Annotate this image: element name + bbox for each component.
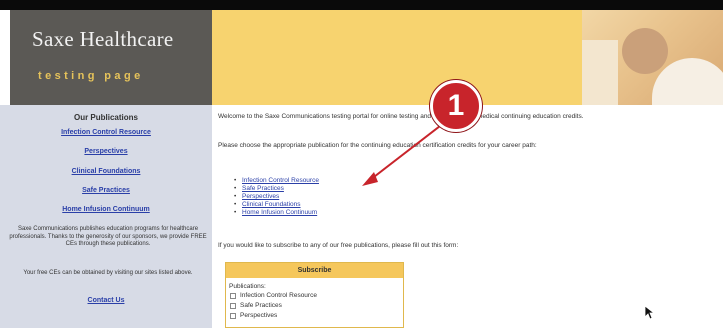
publication-link-clinical-foundations[interactable]: Clinical Foundations	[234, 201, 319, 209]
sidebar-heading: Our Publications	[73, 113, 138, 122]
main-content: Welcome to the Saxe Communications testi…	[212, 105, 723, 328]
sidebar-link-clinical-foundations[interactable]: Clinical Foundations	[0, 168, 212, 175]
sidebar: Our Publications Infection Control Resou…	[0, 105, 212, 328]
publication-list: Infection Control Resource Safe Practice…	[234, 177, 319, 217]
sidebar-blurb: Saxe Communications publishes education …	[9, 226, 207, 247]
brand-block: Saxe Healthcare testing page	[10, 10, 212, 105]
sidebar-link-home-infusion[interactable]: Home Infusion Continuum	[0, 206, 212, 213]
publication-link-perspectives[interactable]: Perspectives	[234, 193, 319, 201]
subscribe-option: Safe Practices	[230, 302, 282, 309]
subscribe-form: Subscribe Publications: Infection Contro…	[225, 262, 404, 328]
subscribe-option: Infection Control Resource	[230, 292, 317, 299]
publication-link-home-infusion[interactable]: Home Infusion Continuum	[234, 209, 319, 217]
step-number-badge: 1	[430, 80, 482, 132]
mouse-cursor-icon	[645, 306, 655, 320]
subscribe-prompt: If you would like to subscribe to any of…	[218, 242, 459, 249]
publication-link-infection-control[interactable]: Infection Control Resource	[234, 177, 319, 185]
subscribe-option: Perspectives	[230, 312, 277, 319]
checkbox-perspectives[interactable]	[230, 312, 236, 319]
checkbox-safe-practices[interactable]	[230, 302, 236, 309]
sidebar-link-infection-control[interactable]: Infection Control Resource	[0, 129, 212, 136]
option-label: Perspectives	[240, 312, 278, 319]
choose-text: Please choose the appropriate publicatio…	[218, 142, 537, 149]
publication-link-safe-practices[interactable]: Safe Practices	[234, 185, 319, 193]
top-bar	[0, 0, 723, 10]
subscribe-header: Subscribe	[226, 263, 403, 278]
sidebar-link-perspectives[interactable]: Perspectives	[0, 148, 212, 155]
photo-shape	[582, 40, 618, 105]
option-label: Infection Control Resource	[240, 292, 317, 299]
checkbox-infection-control[interactable]	[230, 292, 236, 299]
header-photo	[582, 10, 723, 105]
contact-us-link[interactable]: Contact Us	[0, 297, 212, 304]
brand-subtitle: testing page	[38, 70, 144, 82]
welcome-text: Welcome to the Saxe Communications testi…	[218, 113, 584, 120]
sidebar-link-safe-practices[interactable]: Safe Practices	[0, 187, 212, 194]
option-label: Safe Practices	[240, 302, 282, 309]
sidebar-ces-note: Your free CEs can be obtained by visitin…	[23, 270, 193, 276]
brand-title: Saxe Healthcare	[32, 27, 174, 51]
photo-shape	[622, 28, 668, 74]
publications-label: Publications:	[229, 283, 266, 290]
